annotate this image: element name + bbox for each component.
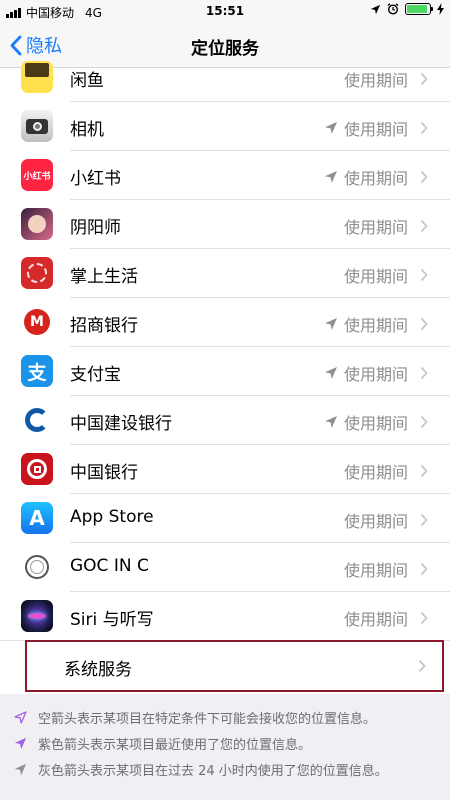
xiaohongshu-icon: 小红书: [21, 159, 53, 191]
legend-footer: 空箭头表示某项目在特定条件下可能会接收您的位置信息。 紫色箭头表示某项目最近使用了…: [0, 694, 450, 800]
permission-value: 使用期间: [343, 610, 408, 629]
siri-icon: [21, 600, 53, 632]
goc-icon: [21, 551, 53, 583]
app-name: Siri 与听写: [70, 610, 154, 630]
permission-value: 使用期间: [343, 365, 408, 384]
permission-value: 使用期间: [343, 267, 408, 286]
permission-group: 使用期间: [324, 361, 428, 385]
chevron-right-icon: [420, 611, 428, 625]
chevron-right-icon: [420, 366, 428, 380]
chevron-right-icon: [418, 659, 426, 673]
alipay-icon: 支: [21, 355, 53, 387]
camera-icon: [21, 110, 53, 142]
app-row[interactable]: 中国银行 使用期间: [0, 445, 450, 494]
gray-arrow-icon: [14, 763, 27, 775]
app-row[interactable]: 阴阳师 使用期间: [0, 200, 450, 249]
ccb-icon: [21, 404, 53, 436]
app-row[interactable]: 中国建设银行 使用期间: [0, 396, 450, 445]
purple-arrow-icon: [14, 737, 27, 749]
permission-group: 使用期间: [344, 67, 428, 91]
app-row[interactable]: 闲鱼 使用期间: [0, 53, 450, 102]
xiaohongshu-icon-text: 小红书: [23, 171, 51, 182]
gray-location-arrow-icon: [324, 416, 337, 428]
app-name: 招商银行: [70, 316, 138, 336]
zhangshang-shenghuo-icon: [21, 257, 53, 289]
app-row[interactable]: 小红书 小红书 使用期间: [0, 151, 450, 200]
legend-text: 空箭头表示某项目在特定条件下可能会接收您的位置信息。: [38, 711, 377, 727]
app-name: 小红书: [70, 169, 121, 189]
chevron-right-icon: [420, 72, 428, 86]
permission-value: 使用期间: [343, 561, 408, 580]
app-name: 闲鱼: [70, 71, 104, 91]
legend-item: 灰色箭头表示某项目在过去 24 小时内使用了您的位置信息。: [14, 756, 450, 782]
legend-item: 紫色箭头表示某项目最近使用了您的位置信息。: [14, 730, 450, 756]
gray-location-arrow-icon: [324, 171, 337, 183]
app-row[interactable]: GOC IN C 使用期间: [0, 543, 450, 592]
app-name: 中国建设银行: [70, 414, 172, 434]
system-services-label: 系统服务: [64, 660, 132, 680]
permission-value: 使用期间: [343, 512, 408, 531]
permission-value: 使用期间: [343, 463, 408, 482]
chevron-right-icon: [420, 317, 428, 331]
app-name: App Store: [70, 507, 154, 527]
permission-group: 使用期间: [324, 312, 428, 336]
app-name: 相机: [70, 120, 104, 140]
status-right: [370, 3, 444, 15]
permission-value: 使用期间: [343, 218, 408, 237]
legend-text: 灰色箭头表示某项目在过去 24 小时内使用了您的位置信息。: [38, 763, 388, 779]
permission-group: 使用期间: [324, 165, 428, 189]
cmb-icon: M: [21, 306, 53, 338]
chevron-right-icon: [420, 464, 428, 478]
status-bar: 中国移动 4G 15:51: [0, 0, 450, 22]
gray-location-arrow-icon: [324, 367, 337, 379]
app-row[interactable]: Siri 与听写 使用期间: [0, 592, 450, 641]
hollow-arrow-icon: [14, 710, 27, 724]
permission-group: 使用期间: [344, 557, 428, 581]
battery-icon: [405, 3, 433, 15]
app-row[interactable]: 相机 使用期间: [0, 102, 450, 151]
permission-value: 使用期间: [343, 120, 408, 139]
app-row[interactable]: 掌上生活 使用期间: [0, 249, 450, 298]
permission-group: 使用期间: [324, 410, 428, 434]
app-row[interactable]: 支支付宝 使用期间: [0, 347, 450, 396]
app-row[interactable]: M 招商银行 使用期间: [0, 298, 450, 347]
chevron-right-icon: [420, 268, 428, 282]
boc-icon: [21, 453, 53, 485]
app-name: 掌上生活: [70, 267, 138, 287]
gray-location-arrow-icon: [324, 122, 337, 134]
app-list: 闲鱼 使用期间 相机 使用期间 小红书 小红书 使用期间 阴阳师 使用期间 掌上生活 使用期间 M 招商…: [0, 53, 450, 641]
chevron-right-icon: [420, 219, 428, 233]
permission-group: 使用期间: [344, 459, 428, 483]
chevron-right-icon: [420, 562, 428, 576]
permission-group: 使用期间: [344, 508, 428, 532]
permission-value: 使用期间: [343, 71, 408, 90]
permission-value: 使用期间: [343, 316, 408, 335]
alarm-icon: [387, 3, 399, 15]
app-name: GOC IN C: [70, 556, 149, 576]
app-row[interactable]: A App Store 使用期间: [0, 494, 450, 543]
app-name: 阴阳师: [70, 218, 121, 238]
chevron-right-icon: [420, 170, 428, 184]
permission-value: 使用期间: [343, 169, 408, 188]
app-name: 支付宝: [70, 365, 121, 385]
permission-group: 使用期间: [344, 263, 428, 287]
chevron-right-icon: [420, 513, 428, 527]
chevron-right-icon: [420, 415, 428, 429]
chevron-right-icon: [420, 121, 428, 135]
permission-group: 使用期间: [344, 606, 428, 630]
app-name: 中国银行: [70, 463, 138, 483]
xianyu-icon: [21, 61, 53, 93]
gray-location-arrow-icon: [324, 318, 337, 330]
app-store-icon: A: [21, 502, 53, 534]
permission-group: 使用期间: [344, 214, 428, 238]
legend-text: 紫色箭头表示某项目最近使用了您的位置信息。: [38, 737, 312, 753]
permission-group: 使用期间: [324, 116, 428, 140]
permission-value: 使用期间: [343, 414, 408, 433]
system-services-row[interactable]: 系统服务: [25, 640, 444, 692]
charging-bolt-icon: [437, 3, 444, 15]
onmyoji-icon: [21, 208, 53, 240]
legend-item: 空箭头表示某项目在特定条件下可能会接收您的位置信息。: [14, 704, 450, 730]
location-services-icon: [370, 4, 381, 14]
